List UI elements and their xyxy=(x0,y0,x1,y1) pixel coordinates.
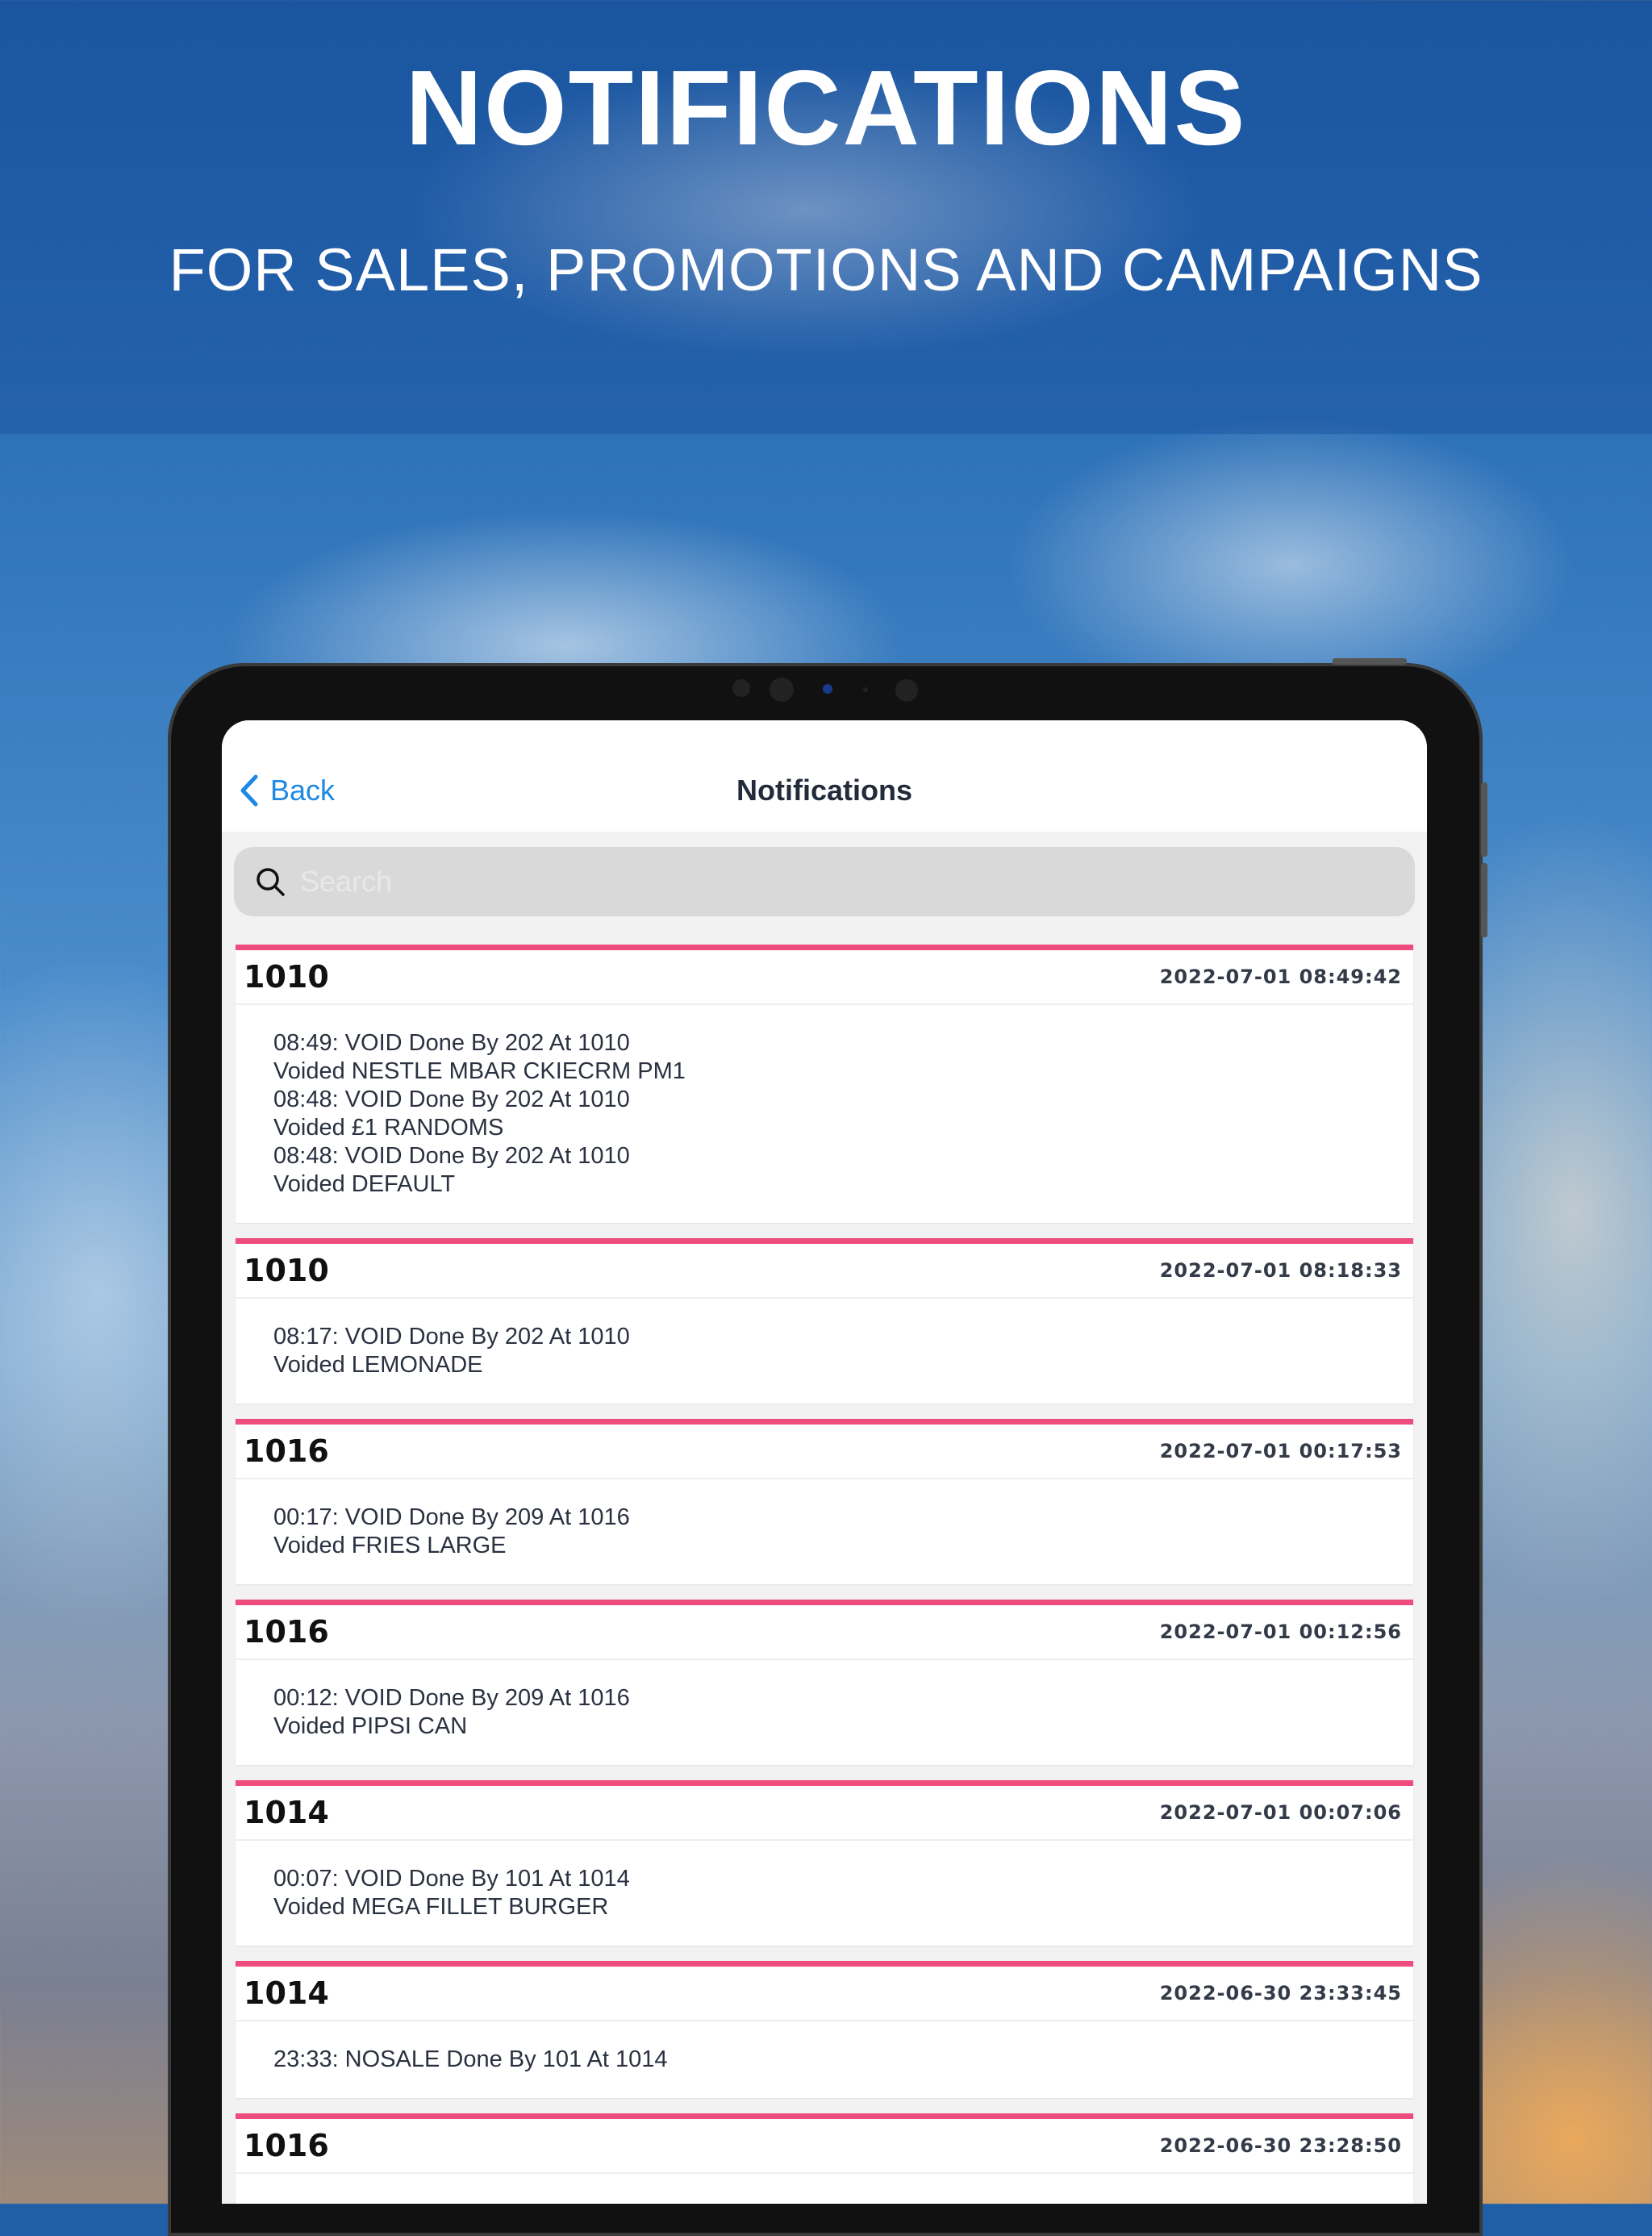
notification-line: 00:12: VOID Done By 209 At 1016 xyxy=(273,1685,630,1711)
notification-terminal-id: 1014 xyxy=(244,1975,329,2011)
notification-timestamp: 2022-06-30 23:33:45 xyxy=(1159,1982,1402,2004)
notification-card[interactable]: 1010 2022-07-01 08:49:42 08:49: VOID Done … xyxy=(236,945,1413,1223)
notification-terminal-id: 1010 xyxy=(244,959,329,995)
notification-line: Voided NESTLE MBAR CKIECRM PM1 xyxy=(273,1058,686,1084)
notification-line: 08:48: VOID Done By 202 At 1010 xyxy=(273,1143,630,1169)
camera-indicator xyxy=(823,684,832,694)
device-top-button xyxy=(1333,658,1407,665)
notification-line: 08:49: VOID Done By 202 At 1010 xyxy=(273,1030,630,1056)
notification-card[interactable]: 1010 2022-07-01 08:18:33 08:17: VOID Done … xyxy=(236,1238,1413,1404)
camera-dot xyxy=(863,687,868,692)
camera-sensor xyxy=(732,679,750,697)
notification-line: 08:17: VOID Done By 202 At 1010 xyxy=(273,1324,630,1350)
notification-header: 1016 2022-06-30 23:28:50 xyxy=(236,2119,1413,2174)
notification-timestamp: 2022-07-01 00:17:53 xyxy=(1159,1440,1402,1462)
notification-header: 1016 2022-07-01 00:12:56 xyxy=(236,1605,1413,1660)
notification-terminal-id: 1016 xyxy=(244,2128,329,2163)
notification-body: 00:12: VOID Done By 209 At 1016 Voided PI… xyxy=(236,1660,1413,1765)
camera-lens xyxy=(770,678,794,702)
notification-line: 00:17: VOID Done By 209 At 1016 xyxy=(273,1504,630,1530)
search-bar[interactable] xyxy=(234,847,1415,916)
notification-timestamp: 2022-07-01 08:18:33 xyxy=(1159,1259,1402,1282)
notification-header: 1016 2022-07-01 00:17:53 xyxy=(236,1425,1413,1479)
notification-body: 08:49: VOID Done By 202 At 1010 Voided NE… xyxy=(236,1005,1413,1223)
notification-line: 08:48: VOID Done By 202 At 1010 xyxy=(273,1087,630,1112)
notification-line: 23:33: NOSALE Done By 101 At 1014 xyxy=(273,2046,668,2072)
notification-card[interactable]: 1016 2022-06-30 23:28:50 xyxy=(236,2113,1413,2204)
notification-timestamp: 2022-06-30 23:28:50 xyxy=(1159,2134,1402,2157)
notification-line: Voided LEMONADE xyxy=(273,1352,483,1378)
notification-timestamp: 2022-07-01 08:49:42 xyxy=(1159,966,1402,988)
notification-header: 1010 2022-07-01 08:18:33 xyxy=(236,1244,1413,1299)
notification-body: 00:07: VOID Done By 101 At 1014 Voided ME… xyxy=(236,1841,1413,1946)
notification-terminal-id: 1010 xyxy=(244,1253,329,1288)
notification-line: Voided FRIES LARGE xyxy=(273,1533,507,1558)
search-input[interactable] xyxy=(298,864,1383,899)
page-title: Notifications xyxy=(736,774,912,807)
notification-body: 08:17: VOID Done By 202 At 1010 Voided LE… xyxy=(236,1299,1413,1404)
notification-timestamp: 2022-07-01 00:12:56 xyxy=(1159,1621,1402,1643)
notification-line: Voided DEFAULT xyxy=(273,1171,456,1197)
hero-title: NOTIFICATIONS xyxy=(405,48,1247,167)
notification-line: Voided PIPSI CAN xyxy=(273,1713,468,1739)
notification-card[interactable]: 1014 2022-07-01 00:07:06 00:07: VOID Done … xyxy=(236,1780,1413,1946)
notification-terminal-id: 1016 xyxy=(244,1433,329,1469)
search-icon xyxy=(257,868,285,896)
notification-timestamp: 2022-07-01 00:07:06 xyxy=(1159,1801,1402,1824)
hero-subtitle: FOR SALES, PROMOTIONS AND CAMPAIGNS xyxy=(169,236,1483,303)
notification-card[interactable]: 1016 2022-07-01 00:17:53 00:17: VOID Done … xyxy=(236,1419,1413,1584)
navigation-bar: Back Notifications xyxy=(222,720,1427,832)
app-screen: Back Notifications 1010 2022-07-01 08:49:… xyxy=(222,720,1427,2204)
notification-header: 1014 2022-07-01 00:07:06 xyxy=(236,1786,1413,1841)
notification-line: 00:07: VOID Done By 101 At 1014 xyxy=(273,1866,630,1892)
notification-header: 1010 2022-07-01 08:49:42 xyxy=(236,950,1413,1005)
notification-header: 1014 2022-06-30 23:33:45 xyxy=(236,1967,1413,2021)
notification-body xyxy=(236,2174,1413,2204)
notification-line: Voided £1 RANDOMS xyxy=(273,1115,504,1141)
notification-card[interactable]: 1016 2022-07-01 00:12:56 00:12: VOID Done … xyxy=(236,1600,1413,1765)
device-volume-down-button xyxy=(1481,863,1487,937)
notification-line: Voided MEGA FILLET BURGER xyxy=(273,1894,609,1920)
notification-terminal-id: 1016 xyxy=(244,1614,329,1650)
device-volume-up-button xyxy=(1481,782,1487,857)
notification-body: 00:17: VOID Done By 209 At 1016 Voided FR… xyxy=(236,1479,1413,1584)
camera-flash xyxy=(895,679,918,702)
notification-terminal-id: 1014 xyxy=(244,1795,329,1830)
notification-list: 1010 2022-07-01 08:49:42 08:49: VOID Done … xyxy=(236,945,1413,2204)
notification-card[interactable]: 1014 2022-06-30 23:33:45 23:33: NOSALE Don… xyxy=(236,1961,1413,2098)
notification-body: 23:33: NOSALE Done By 101 At 1014 xyxy=(236,2021,1413,2098)
